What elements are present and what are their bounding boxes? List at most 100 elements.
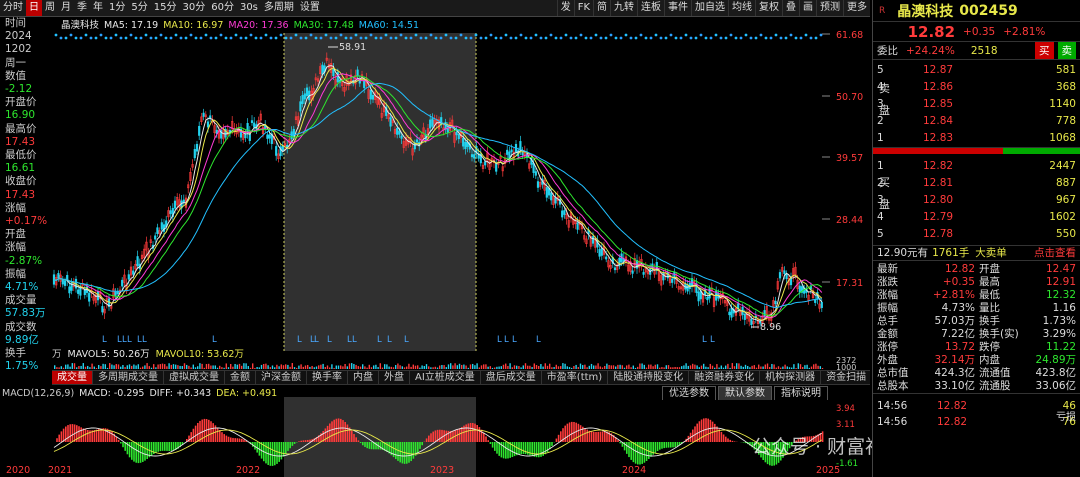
tool-button[interactable]: FK [573,0,593,16]
indicator-tab[interactable]: AI立桩成交量 [410,371,481,384]
indicator-tab[interactable]: 陆股通持股变化 [608,371,690,384]
tool-button[interactable]: 加自选 [691,0,728,16]
signal-dot [419,36,423,40]
vol-bar [203,367,205,369]
indicator-tab[interactable]: 换手率 [307,371,348,384]
vol-bar [518,366,520,369]
macd-bar [208,419,210,442]
macd-bar [135,442,137,463]
indicator-tab[interactable]: 内盘 [348,371,379,384]
indicator-tab[interactable]: 成交量 [52,371,93,384]
signal-dot [139,36,143,40]
tool-button[interactable]: 连板 [637,0,664,16]
period-tab[interactable]: 季 [74,0,90,16]
book-row[interactable]: 2 12.81 887 [873,175,1080,192]
indicator-tab[interactable]: 市盈率(ttm) [542,371,609,384]
vol-bar [736,363,738,369]
param-tab[interactable]: 优选参数 [662,386,716,400]
kline-chart[interactable]: 晶澳科技 MA5: 17.19 MA10: 16.97 MA20: 17.36 MA30… [2,17,922,477]
book-row[interactable]: 3 12.85 1140 [873,96,1080,113]
vol-bar [102,363,104,369]
stat-value: 24.89万 [1035,354,1076,366]
period-tab[interactable]: 多周期 [261,0,297,16]
indicator-tab[interactable]: 融资融券变化 [689,371,761,384]
book-row[interactable]: 1 12.83 1068 [873,130,1080,147]
tool-button[interactable]: 更多 [843,0,870,16]
macd-bar [725,436,727,442]
indicator-tab[interactable]: 外盘 [379,371,410,384]
period-tab[interactable]: 5分 [128,0,150,16]
tool-button[interactable]: 均线 [728,0,755,16]
macd-bar [194,425,197,442]
ma-legend-item: MA60: 14.51 [359,20,419,31]
tool-button[interactable]: 九转 [610,0,637,16]
period-tab[interactable]: 30s [237,0,261,16]
macd-bar [172,442,175,451]
indicator-tab[interactable]: 虚拟成交量 [164,371,225,384]
period-tab[interactable]: 年 [90,0,106,16]
book-row[interactable]: 1 12.82 2447 [873,158,1080,175]
book-volume: 581 [1055,64,1076,76]
macd-bar [593,431,595,442]
indicator-tab[interactable]: 多周期成交量 [93,371,164,384]
indicator-tab[interactable]: 机构探测器 [760,371,822,384]
macd-bar [566,423,569,442]
indicator-tab[interactable]: 沪深金额 [256,371,307,384]
period-tab[interactable]: 60分 [208,0,237,16]
vol-bar [362,364,364,369]
period-tab[interactable]: 分时 [0,0,26,16]
tool-button[interactable]: 叠 [782,0,799,16]
book-row[interactable]: 5 12.78 550 [873,226,1080,243]
macd-bar [577,423,580,442]
signal-dot [189,33,193,37]
param-tab[interactable]: 指标说明 [774,386,828,400]
signal-dot [724,36,728,40]
vol-bar [502,364,505,369]
book-row[interactable]: 3 12.80 967 [873,192,1080,209]
candle-body [160,222,163,230]
period-tab[interactable]: 15分 [151,0,180,16]
tool-button[interactable]: 事件 [664,0,691,16]
period-tab[interactable]: 30分 [179,0,208,16]
period-tab[interactable]: 月 [58,0,74,16]
tool-button[interactable]: 发 [556,0,574,16]
book-row[interactable]: 5 12.87 581 [873,62,1080,79]
vol-bar [659,367,661,369]
vol-bar [674,366,676,369]
vol-bar [802,367,804,369]
indicator-tab[interactable]: 资金扫描 [821,371,870,384]
tool-button[interactable]: 预测 [816,0,843,16]
indicator-tab[interactable]: 金额 [225,371,256,384]
tool-button[interactable]: 复权 [755,0,782,16]
vol-bar [322,363,324,369]
book-row[interactable]: 2 12.84 778 [873,113,1080,130]
tick-row: 14:56 12.82 46 [873,398,1080,414]
vol-bar [797,363,799,369]
vol-bar [381,367,384,369]
vol-bar [513,365,516,369]
macd-bar [397,442,399,461]
book-row[interactable]: 4 12.86 368 [873,79,1080,96]
period-tab[interactable]: 日 [26,0,42,16]
vol-bar [82,363,84,369]
candle-body [446,127,449,133]
vol-bar [483,364,485,369]
macd-bar [564,425,566,442]
param-tab[interactable]: 默认参数 [718,386,772,400]
tool-button[interactable]: 简 [593,0,610,16]
book-row[interactable]: 4 12.79 1602 [873,209,1080,226]
period-tab[interactable]: 设置 [297,0,323,16]
candle-body [132,270,135,275]
selected-range[interactable] [284,33,476,351]
vol-bar [676,367,678,369]
sell-button[interactable]: 卖 [1057,42,1076,59]
bigorder-link[interactable]: 点击查看 [1034,246,1076,260]
period-tab[interactable]: 1分 [106,0,128,16]
buy-button[interactable]: 买 [1035,42,1054,59]
period-tab[interactable]: 周 [42,0,58,16]
vol-bar [775,367,777,369]
vol-bar [516,365,518,369]
tool-button[interactable]: 画 [799,0,816,16]
indicator-tab[interactable]: 盘后成交量 [481,371,542,384]
vol-bar [456,365,458,369]
